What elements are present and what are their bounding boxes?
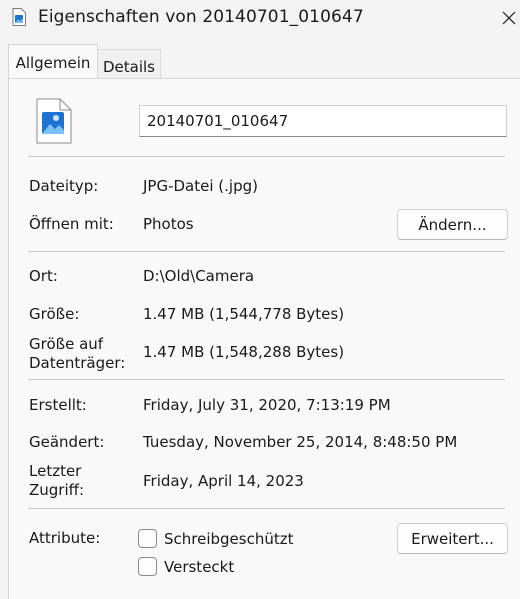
close-icon[interactable]: [498, 7, 520, 29]
divider: [28, 156, 505, 157]
created-value: Friday, July 31, 2020, 7:13:19 PM: [143, 396, 391, 414]
file-type-label: Dateityp:: [29, 177, 99, 195]
attributes-label: Attribute:: [29, 529, 101, 547]
divider: [28, 379, 505, 380]
change-app-button[interactable]: Ändern...: [397, 209, 508, 240]
modified-label: Geändert:: [29, 433, 105, 451]
advanced-attributes-button[interactable]: Erweitert...: [397, 523, 508, 554]
file-type-value: JPG-Datei (.jpg): [143, 177, 258, 195]
window-title: Eigenschaften von 20140701_010647: [38, 7, 364, 27]
modified-value: Tuesday, November 25, 2014, 8:48:50 PM: [143, 433, 458, 451]
size-label: Größe:: [29, 305, 80, 323]
location-label: Ort:: [29, 267, 58, 285]
divider: [28, 251, 505, 252]
created-label: Erstellt:: [29, 396, 87, 414]
opens-with-value: Photos: [143, 215, 194, 233]
location-value: D:\Old\Camera: [143, 267, 255, 285]
readonly-checkbox-label: Schreibgeschützt: [164, 530, 294, 548]
title-bar: Eigenschaften von 20140701_010647: [0, 0, 520, 36]
size-on-disk-label-line1: Größe auf: [29, 335, 104, 353]
jpg-image-file-icon: [36, 98, 72, 144]
hidden-checkbox[interactable]: [138, 557, 157, 576]
accessed-label-line2: Zugriff:: [29, 481, 85, 499]
image-file-icon: [12, 8, 26, 26]
file-name-input[interactable]: [139, 105, 507, 137]
size-value: 1.47 MB (1,544,778 Bytes): [143, 305, 345, 323]
opens-with-label: Öffnen mit:: [29, 215, 114, 233]
tab-details[interactable]: Details: [98, 49, 161, 78]
accessed-value: Friday, April 14, 2023: [143, 472, 304, 490]
size-on-disk-value: 1.47 MB (1,548,288 Bytes): [143, 343, 345, 361]
tab-general[interactable]: Allgemein: [8, 44, 98, 78]
size-on-disk-label-line2: Datenträger:: [29, 354, 126, 372]
accessed-label-line1: Letzter: [29, 462, 82, 480]
readonly-checkbox[interactable]: [138, 529, 157, 548]
tab-strip: Allgemein Details: [0, 44, 520, 78]
divider: [28, 508, 505, 509]
hidden-checkbox-label: Versteckt: [164, 558, 235, 576]
